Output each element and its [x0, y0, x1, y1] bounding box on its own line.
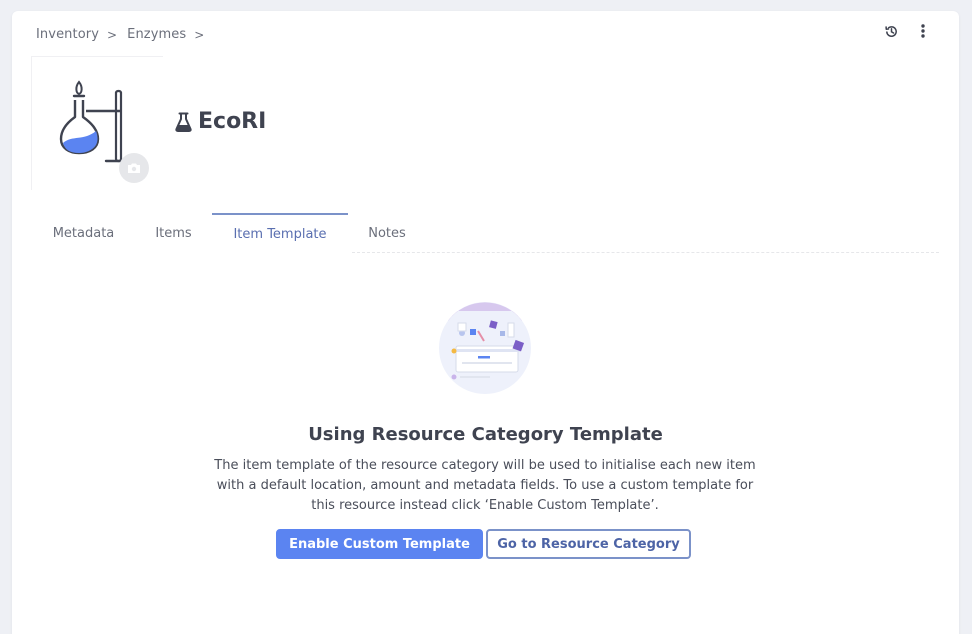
- empty-state-description: The item template of the resource catego…: [214, 458, 756, 513]
- tab-bar: Metadata Items Item Template Notes: [32, 213, 939, 253]
- camera-icon[interactable]: [119, 153, 149, 183]
- history-icon[interactable]: [883, 23, 899, 39]
- breadcrumb-item-enzymes[interactable]: Enzymes: [127, 27, 186, 42]
- breadcrumb-separator: >: [107, 27, 118, 42]
- breadcrumb-item-inventory[interactable]: Inventory: [36, 27, 99, 42]
- flask-icon: [175, 112, 192, 132]
- tab-notes[interactable]: Notes: [348, 213, 426, 253]
- resource-title-row: EcoRI: [175, 109, 266, 134]
- breadcrumb-separator: >: [194, 27, 205, 42]
- go-to-resource-category-button[interactable]: Go to Resource Category: [486, 529, 691, 559]
- top-actions: [883, 23, 931, 39]
- enable-custom-template-button[interactable]: Enable Custom Template: [276, 529, 483, 559]
- empty-state-title: Using Resource Category Template: [308, 424, 663, 445]
- tab-items[interactable]: Items: [135, 213, 212, 253]
- resource-card: Inventory > Enzymes > EcoRI Metadata Ite…: [12, 11, 959, 634]
- more-vertical-icon[interactable]: [915, 23, 931, 39]
- tabs-divider: [352, 252, 939, 253]
- page-title: EcoRI: [198, 109, 267, 134]
- template-illustration: [439, 302, 531, 394]
- tab-metadata[interactable]: Metadata: [32, 213, 135, 253]
- tab-item-template[interactable]: Item Template: [212, 213, 348, 253]
- breadcrumb: Inventory > Enzymes >: [36, 27, 214, 42]
